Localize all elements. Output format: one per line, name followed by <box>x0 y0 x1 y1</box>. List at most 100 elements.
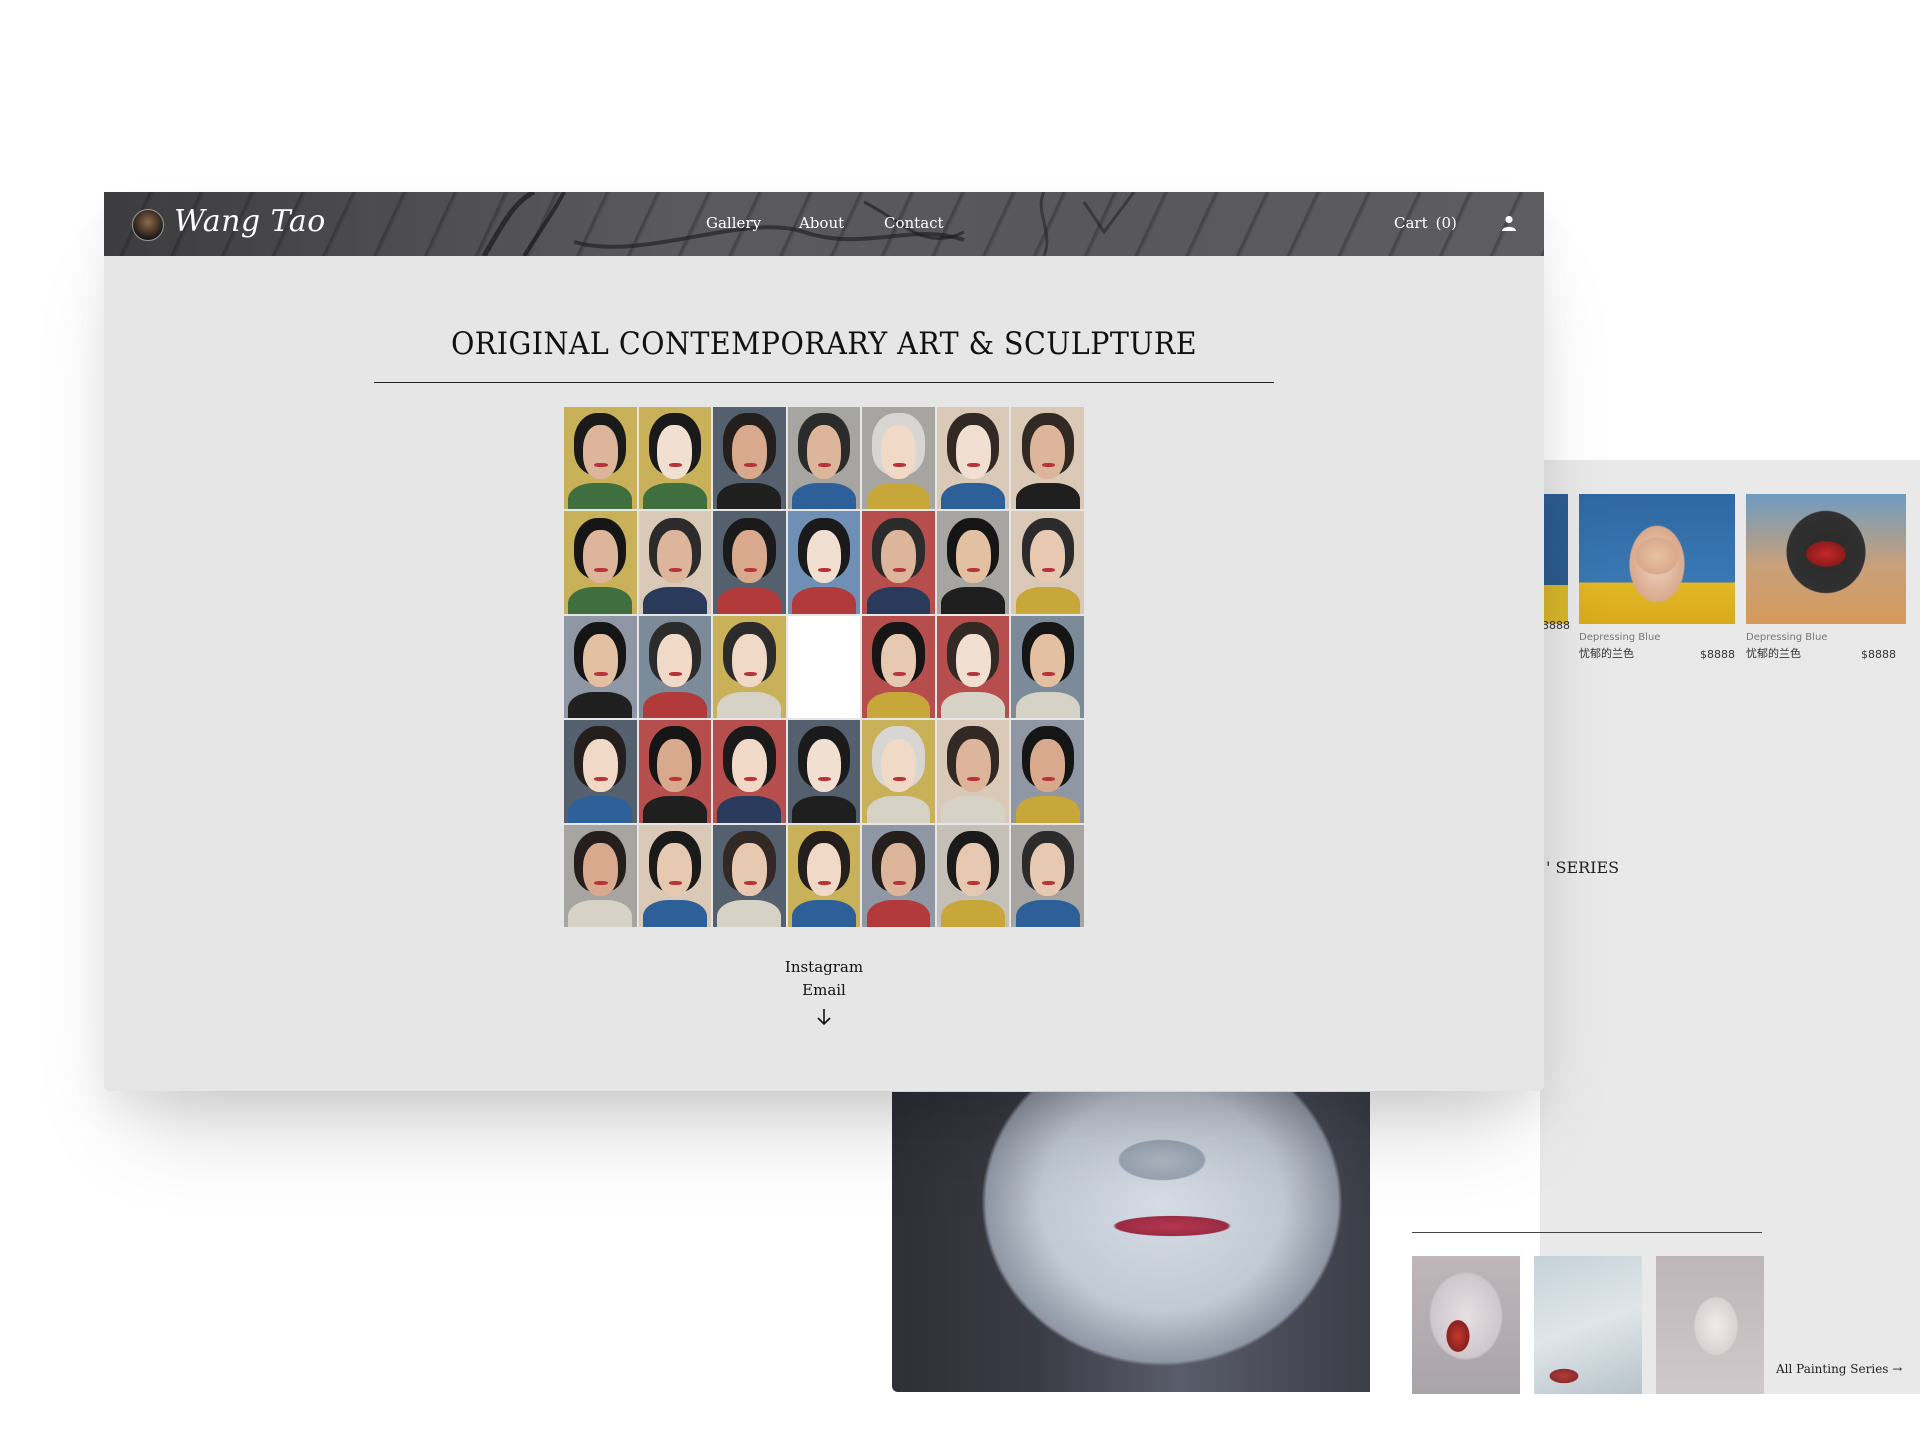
portrait-face <box>732 425 767 479</box>
divider <box>374 382 1274 383</box>
portrait-face <box>881 738 916 792</box>
portrait-tile[interactable] <box>564 824 637 927</box>
portrait-tile[interactable] <box>1011 407 1084 510</box>
portrait-tile[interactable] <box>564 407 637 510</box>
series-thumbnail[interactable] <box>1412 1256 1520 1394</box>
portrait-body <box>792 795 856 823</box>
portrait-mouth <box>1041 880 1055 885</box>
portrait-tile[interactable] <box>1011 511 1084 614</box>
cart-link[interactable]: Cart (0) <box>1394 214 1457 232</box>
portrait-tile[interactable] <box>787 720 861 823</box>
portrait-face <box>1030 843 1066 897</box>
portrait-tile[interactable] <box>862 511 935 614</box>
portrait-body <box>792 587 856 614</box>
email-link[interactable]: Email <box>104 981 1544 999</box>
portrait-face <box>955 425 991 479</box>
portrait-mouth <box>892 880 906 885</box>
portrait-body <box>941 795 1006 823</box>
portrait-body <box>642 587 707 614</box>
arrow-down-icon[interactable] <box>816 1008 832 1026</box>
portrait-mouth <box>669 672 683 677</box>
portrait-tile[interactable] <box>713 407 786 510</box>
portrait-mouth <box>1041 567 1055 572</box>
portrait-face <box>1030 425 1066 479</box>
portrait-tile[interactable] <box>638 720 712 823</box>
portrait-tile[interactable] <box>638 615 712 719</box>
portrait-tile[interactable] <box>862 824 935 927</box>
portrait-face <box>881 843 916 897</box>
series-thumbnail[interactable] <box>1656 1256 1764 1394</box>
portrait-body <box>1015 900 1080 927</box>
portrait-face <box>1030 529 1066 584</box>
portrait-mouth <box>594 672 608 677</box>
portrait-tile[interactable] <box>787 824 861 927</box>
portrait-tile[interactable] <box>564 511 637 614</box>
portrait-face <box>657 843 693 897</box>
portrait-tile[interactable] <box>862 615 935 719</box>
portrait-mouth <box>594 880 608 885</box>
portrait-mouth <box>892 567 906 572</box>
portrait-tile[interactable] <box>1011 824 1084 927</box>
portrait-body <box>642 900 707 927</box>
portrait-face <box>582 738 618 792</box>
portrait-tile[interactable] <box>713 511 786 614</box>
portrait-mouth <box>669 880 683 885</box>
logo-avatar[interactable] <box>132 209 164 241</box>
portrait-grid <box>564 407 1084 927</box>
site-logo[interactable]: Wang Tao <box>174 204 326 239</box>
portrait-tile[interactable] <box>936 407 1010 510</box>
portrait-face <box>881 425 916 479</box>
portrait-mouth <box>818 776 832 781</box>
portrait-tile[interactable] <box>713 824 786 927</box>
portrait-face <box>657 634 693 688</box>
portrait-tile[interactable] <box>936 511 1010 614</box>
nav-about[interactable]: About <box>799 214 844 232</box>
portrait-tile[interactable] <box>936 720 1010 823</box>
portrait-tile[interactable] <box>862 720 935 823</box>
portrait-body <box>941 900 1006 927</box>
portrait-tile[interactable] <box>936 824 1010 927</box>
portrait-face <box>955 738 991 792</box>
portrait-mouth <box>1041 776 1055 781</box>
product-caption: Depressing Blue 忧郁的兰色 $8888 <box>1746 632 1896 661</box>
portrait-tile[interactable] <box>638 824 712 927</box>
portrait-mouth <box>892 672 906 677</box>
portrait-tile[interactable] <box>787 407 861 510</box>
portrait-body <box>642 691 707 719</box>
all-painting-series-link[interactable]: All Painting Series → <box>1776 1362 1902 1376</box>
portrait-tile[interactable] <box>713 720 786 823</box>
portrait-face <box>582 529 618 584</box>
product-title-en: Depressing Blue <box>1746 632 1828 643</box>
portrait-tile[interactable] <box>936 615 1010 719</box>
nav-gallery[interactable]: Gallery <box>706 214 761 232</box>
product-image[interactable] <box>1746 494 1906 624</box>
product-image[interactable] <box>1544 494 1568 624</box>
portrait-tile[interactable] <box>638 407 712 510</box>
hero-photo <box>892 1092 1370 1392</box>
user-icon[interactable] <box>1500 214 1518 232</box>
product-price: $8888 <box>1861 648 1896 661</box>
portrait-tile[interactable] <box>564 615 637 719</box>
portrait-tile[interactable] <box>638 511 712 614</box>
portrait-body <box>1015 795 1080 823</box>
portrait-face <box>881 529 916 584</box>
portrait-tile[interactable] <box>564 720 637 823</box>
portrait-face <box>1030 634 1066 688</box>
portrait-tile[interactable] <box>862 407 935 510</box>
series-thumbnail[interactable] <box>1534 1256 1642 1394</box>
product-image[interactable] <box>1579 494 1735 624</box>
portrait-body <box>568 900 633 927</box>
nav-contact[interactable]: Contact <box>884 214 944 232</box>
portrait-tile[interactable] <box>713 615 786 719</box>
portrait-tile[interactable] <box>1011 615 1084 719</box>
portrait-face <box>806 843 842 897</box>
portrait-tile[interactable] <box>787 615 861 719</box>
portrait-face <box>881 634 916 688</box>
portrait-body <box>941 691 1006 719</box>
portrait-tile[interactable] <box>1011 720 1084 823</box>
instagram-link[interactable]: Instagram <box>104 958 1544 976</box>
portrait-mouth <box>818 567 832 572</box>
portrait-tile[interactable] <box>787 511 861 614</box>
portrait-body <box>717 900 782 927</box>
top-navigation: Wang Tao Gallery About Contact Cart (0) <box>104 192 1544 256</box>
